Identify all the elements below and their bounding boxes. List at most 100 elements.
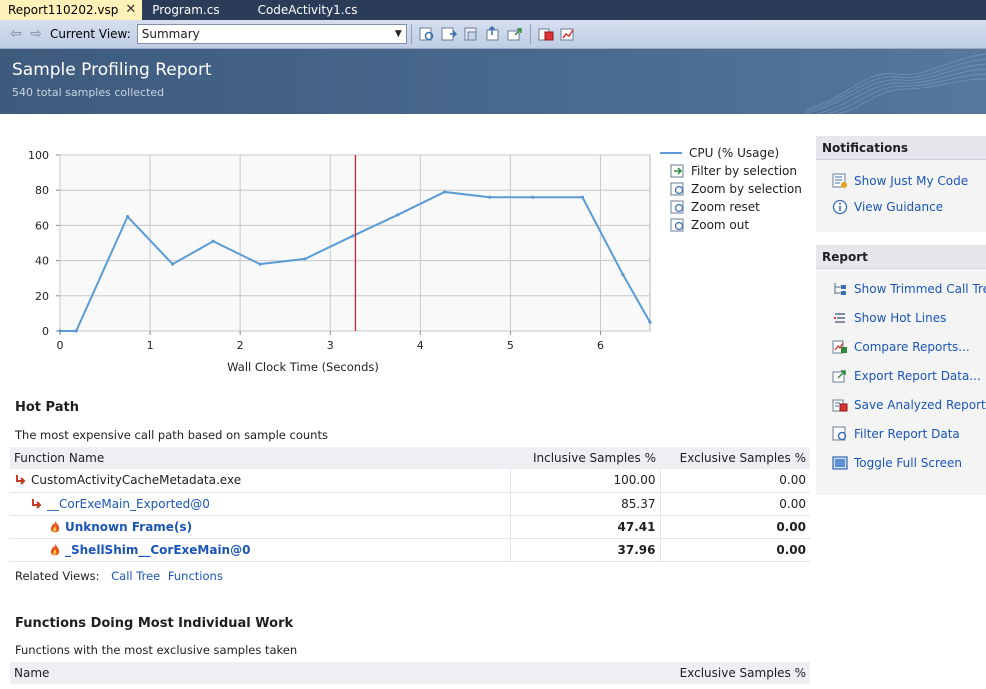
table-row[interactable]: __CorExeMain_Exported@0 85.37 0.00 [10,492,810,516]
inclusive-value: 100.00 [510,469,661,493]
toggle-full-screen-link[interactable]: Toggle Full Screen [816,448,986,477]
inclusive-value: 85.37 [510,492,661,516]
function-name-link[interactable]: Unknown Frame(s) [65,520,192,534]
data-point [621,273,625,277]
data-point [580,195,585,199]
import-toolbar-button[interactable] [440,25,458,43]
chart-legend: CPU (% Usage) Filter by selection Zoom b… [660,144,802,234]
x-tick-label: 1 [147,339,154,352]
table-row[interactable]: CustomActivityCacheMetadata.exe 100.00 0… [10,469,810,493]
zoom-reset-icon [670,200,684,214]
report-toolbar: ⇦ ⇨ Current View: Summary ▼ [0,20,986,49]
show-trimmed-call-tree-link[interactable]: Show Trimmed Call Tree [816,274,986,303]
x-tick-label: 2 [237,339,244,352]
call-tree-link[interactable]: Call Tree [111,569,160,583]
export-icon [832,369,846,382]
filter-icon [419,27,433,41]
current-view-label: Current View: [50,27,131,41]
compare-icon [832,340,847,353]
full-screen-icon [832,455,848,470]
filter-by-selection-button[interactable]: Filter by selection [660,162,802,180]
show-hot-lines-link[interactable]: Show Hot Lines [816,303,986,332]
tab-label: CodeActivity1.cs [257,3,358,17]
x-tick-label: 3 [327,339,334,352]
save-toolbar-button[interactable] [506,25,524,43]
most-work-table: Name Exclusive Samples % [10,662,810,684]
flame-icon [50,543,60,555]
save-analyzed-report-link[interactable]: Save Analyzed Report... [816,390,986,419]
report-title: Sample Profiling Report [12,60,212,80]
data-point [648,320,652,324]
column-header-exclusive[interactable]: Exclusive Samples % [610,662,810,684]
panel-item-label: Toggle Full Screen [854,455,962,470]
column-header-name[interactable]: Name [10,662,610,684]
inclusive-value: 37.96 [510,538,661,562]
document-icon [464,27,477,41]
x-tick-label: 5 [507,339,514,352]
tab-label: Report110202.vsp [8,3,119,17]
zoom-out-icon [670,218,684,232]
document-tab-strip: Report110202.vsp ✕ Program.cs CodeActivi… [0,0,986,20]
table-row[interactable]: Unknown Frame(s) 47.41 0.00 [10,515,810,539]
back-arrow-icon[interactable]: ⇦ [6,26,26,42]
data-point [74,329,78,333]
report-subtitle: 540 total samples collected [12,86,165,99]
hot-path-description: The most expensive call path based on sa… [15,428,328,442]
compare-toolbar-button[interactable] [537,25,555,43]
function-name-link[interactable]: __CorExeMain_Exported@0 [47,497,210,511]
data-point [125,215,130,219]
data-point [211,239,215,243]
close-icon[interactable]: ✕ [125,0,136,20]
data-point [531,195,535,199]
zoom-out-button[interactable]: Zoom out [660,216,802,234]
tab-program-cs[interactable]: Program.cs [142,0,227,20]
hot-lines-icon [834,312,845,323]
functions-link[interactable]: Functions [168,569,223,583]
function-name: CustomActivityCacheMetadata.exe [31,473,242,488]
exclusive-value: 0.00 [660,469,810,493]
related-views: Related Views: Call Tree Functions [15,569,223,583]
save-icon [832,399,848,411]
function-name-link[interactable]: _ShellShim__CorExeMain@0 [65,543,250,557]
zoom-by-selection-button[interactable]: Zoom by selection [660,180,802,198]
panel-item-label: Show Hot Lines [854,310,947,325]
data-point [170,262,175,266]
forward-arrow-icon[interactable]: ⇨ [26,26,46,42]
panel-item-label: Filter Report Data [854,426,960,441]
zoom-reset-button[interactable]: Zoom reset [660,198,802,216]
cpu-usage-chart[interactable]: 0 20 40 60 80 100 0 1 2 3 4 5 6 Wall Clock Time (Seco… [0,114,700,394]
legend-action-label: Zoom out [691,218,750,232]
column-header-exclusive[interactable]: Exclusive Samples % [660,447,810,469]
data-point [258,262,262,266]
x-tick-label: 4 [417,339,424,352]
data-point [351,234,355,238]
column-header-function-name[interactable]: Function Name [10,447,510,469]
filter-report-data-link[interactable]: Filter Report Data [816,419,986,448]
compare-icon [538,28,554,41]
tab-codeactivity-cs[interactable]: CodeActivity1.cs [228,0,366,20]
x-axis-label: Wall Clock Time (Seconds) [227,360,379,374]
current-view-value: Summary [141,27,200,41]
data-point [303,257,307,261]
filter-toolbar-button[interactable] [418,25,436,43]
inclusive-value: 47.41 [510,515,661,539]
table-row[interactable]: _ShellShim__CorExeMain@0 37.96 0.00 [10,538,810,562]
related-views-label: Related Views: [15,569,100,583]
data-point [396,213,400,217]
view-guidance-link[interactable]: View Guidance [816,194,986,220]
export-toolbar-button[interactable] [484,25,502,43]
panel-item-label: Show Just My Code [854,174,969,188]
view-toolbar-button[interactable] [462,25,480,43]
show-just-my-code-link[interactable]: Show Just My Code [816,168,986,194]
compare-reports-link[interactable]: Compare Reports... [816,332,986,361]
export-report-data-link[interactable]: Export Report Data... [816,361,986,390]
toolbar-separator [529,24,531,44]
call-arrow-icon [16,475,26,485]
current-view-select[interactable]: Summary ▼ [136,24,407,44]
column-header-inclusive[interactable]: Inclusive Samples % [510,447,660,469]
tab-report[interactable]: Report110202.vsp ✕ [0,0,143,20]
y-tick-label: 100 [28,149,49,162]
report-header-banner: Sample Profiling Report 540 total sample… [0,49,986,114]
legend-action-label: Filter by selection [691,164,798,178]
analyze-toolbar-button[interactable] [559,25,577,43]
